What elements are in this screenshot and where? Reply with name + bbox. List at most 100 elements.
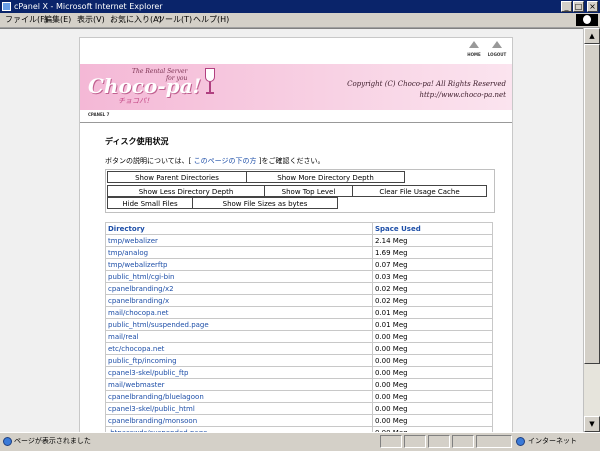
table-row: cpanelbranding/bluelagoon 0.00 Meg xyxy=(105,390,493,403)
logout-icon xyxy=(492,41,502,48)
directory-link[interactable]: tmp/webalizerftp xyxy=(105,258,373,271)
top-nav: HOME LOGOUT xyxy=(80,38,512,62)
space-used-value: 0.02 Meg xyxy=(372,294,493,307)
home-link[interactable]: HOME xyxy=(462,41,486,58)
space-used-value: 0.03 Meg xyxy=(372,270,493,283)
space-used-value: 2.14 Meg xyxy=(372,234,493,247)
logout-link[interactable]: LOGOUT xyxy=(485,41,509,58)
directory-link[interactable]: cpanelbranding/bluelagoon xyxy=(105,390,373,403)
table-row: cpanelbranding/x 0.02 Meg xyxy=(105,294,493,307)
table-row: tmp/webalizerftp 0.07 Meg xyxy=(105,258,493,271)
table-row: cpanel3-skel/public_ftp 0.00 Meg xyxy=(105,366,493,379)
directory-link[interactable]: tmp/analog xyxy=(105,246,373,259)
internet-zone-icon xyxy=(516,437,525,446)
directory-link[interactable]: mail/chocopa.net xyxy=(105,306,373,319)
space-used-value: 0.00 Meg xyxy=(372,366,493,379)
scroll-up-icon[interactable]: ▲ xyxy=(584,28,600,44)
page-title: ディスク使用状況 xyxy=(105,137,169,146)
show-parent-dirs-button[interactable]: Show Parent Directories xyxy=(107,171,247,183)
maximize-button[interactable]: □ xyxy=(573,1,584,12)
menu-help[interactable]: ヘルプ(H) xyxy=(193,14,229,26)
scroll-thumb[interactable] xyxy=(584,44,600,364)
clear-cache-button[interactable]: Clear File Usage Cache xyxy=(352,185,487,197)
space-used-column-header: Space Used xyxy=(372,222,493,235)
space-used-value: 0.01 Meg xyxy=(372,306,493,319)
directory-link[interactable]: cpanel3-skel/public_ftp xyxy=(105,366,373,379)
hide-small-files-button[interactable]: Hide Small Files xyxy=(107,197,193,209)
status-cell-2 xyxy=(404,435,426,448)
directory-link[interactable]: cpanel3-skel/public_html xyxy=(105,402,373,415)
note-suffix: ]をご確認ください。 xyxy=(258,157,325,165)
status-cell-1 xyxy=(380,435,402,448)
directory-link[interactable]: tmp/webalizer xyxy=(105,234,373,247)
table-row: cpanel3-skel/public_html 0.00 Meg xyxy=(105,402,493,415)
directory-link[interactable]: public_ftp/incoming xyxy=(105,354,373,367)
menu-file[interactable]: ファイル(F) xyxy=(5,14,48,26)
table-row: mail/real 0.00 Meg xyxy=(105,330,493,343)
directory-link[interactable]: etc/chocopa.net xyxy=(105,342,373,355)
directory-link[interactable]: mail/webmaster xyxy=(105,378,373,391)
help-link[interactable]: このページの下の方 xyxy=(194,157,257,165)
disk-usage-table: Directory Space Used tmp/webalizer 2.14 M… xyxy=(105,222,493,433)
directory-link[interactable]: public_html/cgi-bin xyxy=(105,270,373,283)
space-used-value: 0.00 Meg xyxy=(372,330,493,343)
show-bytes-button[interactable]: Show File Sizes as bytes xyxy=(192,197,338,209)
action-buttons-box: Show Parent Directories Show More Direct… xyxy=(105,169,495,213)
banner-copyright: Copyright (C) Choco-pa! All Rights Reser… xyxy=(347,79,506,101)
space-used-value: 0.00 Meg xyxy=(372,390,493,403)
close-button[interactable]: × xyxy=(587,1,598,12)
browser-viewport: HOME LOGOUT The Rental Server for you Ch… xyxy=(0,28,600,433)
note-prefix: ボタンの説明については、[ xyxy=(105,157,192,165)
space-used-value: 0.07 Meg xyxy=(372,258,493,271)
logout-label: LOGOUT xyxy=(487,52,507,57)
table-row: public_html/cgi-bin 0.03 Meg xyxy=(105,270,493,283)
space-used-value: 0.00 Meg xyxy=(372,414,493,427)
status-text: ページが表示されました xyxy=(14,437,91,445)
zone-label: インターネット xyxy=(528,437,577,445)
space-used-value: 0.00 Meg xyxy=(372,402,493,415)
cpanel-page: HOME LOGOUT The Rental Server for you Ch… xyxy=(79,37,513,433)
directory-link[interactable]: cpanelbranding/monsoon xyxy=(105,414,373,427)
space-used-value: 0.00 Meg xyxy=(372,354,493,367)
directory-link[interactable]: mail/real xyxy=(105,330,373,343)
directory-link[interactable]: cpanelbranding/x2 xyxy=(105,282,373,295)
menu-view[interactable]: 表示(V) xyxy=(77,14,105,26)
menu-edit[interactable]: 編集(E) xyxy=(44,14,71,26)
table-row: public_html/suspended.page 0.01 Meg xyxy=(105,318,493,331)
banner-url: http://www.choco-pa.net xyxy=(419,91,506,99)
table-row: cpanelbranding/monsoon 0.00 Meg xyxy=(105,414,493,427)
table-row: mail/webmaster 0.00 Meg xyxy=(105,378,493,391)
space-used-value: 0.01 Meg xyxy=(372,318,493,331)
directory-link[interactable]: public_html/suspended.page xyxy=(105,318,373,331)
space-used-value: 0.00 Meg xyxy=(372,342,493,355)
table-row: mail/chocopa.net 0.01 Meg xyxy=(105,306,493,319)
chocopa-banner: The Rental Server for you Choco-pa! チョコパ… xyxy=(80,64,512,110)
table-row: tmp/webalizer 2.14 Meg xyxy=(105,234,493,247)
space-used-value: 0.02 Meg xyxy=(372,282,493,295)
table-row: cpanelbranding/x2 0.02 Meg xyxy=(105,282,493,295)
page-icon xyxy=(3,437,12,446)
directory-link[interactable]: cpanelbranding/x xyxy=(105,294,373,307)
window-titlebar: cPanel X - Microsoft Internet Explorer _… xyxy=(0,0,600,13)
show-more-depth-button[interactable]: Show More Directory Depth xyxy=(246,171,405,183)
vertical-scrollbar[interactable]: ▲ ▼ xyxy=(583,28,600,432)
table-body: tmp/webalizer 2.14 Meg tmp/analog 1.69 Meg t… xyxy=(105,234,493,433)
status-bar: ページが表示されました インターネット xyxy=(0,432,600,451)
menu-favorites[interactable]: お気に入り(A) xyxy=(110,14,162,26)
breadcrumb-bar: CPANEL 7 xyxy=(80,110,512,123)
banner-logo-kana: チョコパ！ xyxy=(118,97,153,105)
minimize-button[interactable]: _ xyxy=(561,1,572,12)
menu-tools[interactable]: ツール(T) xyxy=(157,14,192,26)
breadcrumb[interactable]: CPANEL 7 xyxy=(88,112,109,117)
home-icon xyxy=(469,41,479,48)
directory-column-header: Directory xyxy=(105,222,373,235)
show-less-depth-button[interactable]: Show Less Directory Depth xyxy=(107,185,265,197)
table-row: public_ftp/incoming 0.00 Meg xyxy=(105,354,493,367)
status-cell-4 xyxy=(452,435,474,448)
windows-logo-icon xyxy=(576,14,598,26)
scroll-down-icon[interactable]: ▼ xyxy=(584,416,600,432)
table-row: tmp/analog 1.69 Meg xyxy=(105,246,493,259)
window-title: cPanel X - Microsoft Internet Explorer xyxy=(14,2,163,11)
show-top-level-button[interactable]: Show Top Level xyxy=(264,185,353,197)
banner-logo-text: Choco-pa! xyxy=(88,74,202,98)
